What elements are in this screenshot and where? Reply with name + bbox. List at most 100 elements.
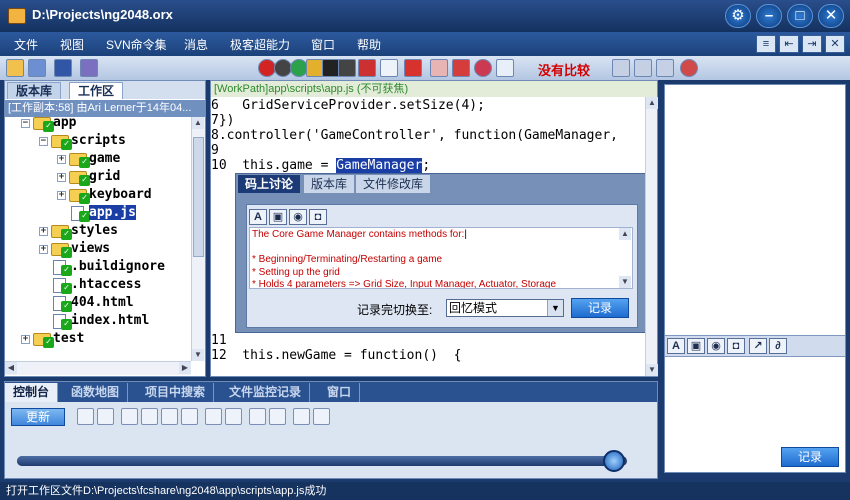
image-icon[interactable]: ▣ <box>269 209 287 225</box>
menu-view[interactable]: 视图 <box>60 36 84 53</box>
tree-node[interactable]: ✓ app.js <box>5 205 191 223</box>
edit-icon[interactable] <box>430 59 448 77</box>
mdi-tile-icon[interactable]: ≡ <box>756 35 776 53</box>
tree-node[interactable]: + ✓ test <box>5 331 191 349</box>
mdi-cascade-icon[interactable]: ⇥ <box>802 35 822 53</box>
expand-icon[interactable]: + <box>39 245 48 254</box>
menu-window[interactable]: 窗口 <box>311 36 335 53</box>
revert-icon[interactable] <box>452 59 470 77</box>
bookmark-icon[interactable] <box>249 408 266 425</box>
search-icon[interactable] <box>205 408 222 425</box>
attach-icon[interactable]: ∂ <box>769 338 787 354</box>
bug-icon[interactable] <box>77 408 94 425</box>
tree-node[interactable]: ✓ index.html <box>5 313 191 331</box>
step-over-icon[interactable] <box>141 408 158 425</box>
refresh-icon[interactable] <box>680 59 698 77</box>
tree-node[interactable]: − ✓ app <box>5 117 191 133</box>
zoom-icon[interactable] <box>380 59 398 77</box>
collapse-icon[interactable]: − <box>39 137 48 146</box>
tree-node[interactable]: + ✓ styles <box>5 223 191 241</box>
gallery-icon[interactable] <box>313 408 330 425</box>
open-folder-icon[interactable] <box>6 59 24 77</box>
code-editor[interactable]: [WorkPath]app\scripts\app.js (不可获焦) 6 Gr… <box>210 80 658 377</box>
minimize-button[interactable]: – <box>756 4 782 28</box>
tab-project-search[interactable]: 项目中搜索 <box>137 383 215 402</box>
screenshot-icon[interactable]: ◘ <box>727 338 745 354</box>
timeline-slider[interactable] <box>17 456 627 466</box>
expand-icon[interactable]: + <box>57 173 66 182</box>
tab-console[interactable]: 控制台 <box>5 383 59 402</box>
settings-gear-icon[interactable]: ⚙ <box>725 4 751 28</box>
expand-icon[interactable]: + <box>39 227 48 236</box>
tree-node[interactable]: − ✓ scripts <box>5 133 191 151</box>
link-icon[interactable] <box>269 408 286 425</box>
camera-icon[interactable]: ◉ <box>707 338 725 354</box>
step-icon[interactable] <box>121 408 138 425</box>
mdi-close-icon[interactable]: ✕ <box>825 35 845 53</box>
tab-code-discussion[interactable]: 码上讨论 <box>238 175 301 193</box>
open-project-icon[interactable] <box>28 59 46 77</box>
collapse-icon[interactable]: − <box>21 119 30 128</box>
search-next-icon[interactable] <box>225 408 242 425</box>
tab-file-watch[interactable]: 文件监控记录 <box>221 383 311 402</box>
close-button[interactable]: ✕ <box>818 4 844 28</box>
editor-scroll-up-icon[interactable]: ▲ <box>646 97 658 109</box>
tab-repository[interactable]: 版本库 <box>7 82 62 99</box>
note-scroll-down-icon[interactable]: ▼ <box>619 276 631 288</box>
tab-function-map[interactable]: 函数地图 <box>63 383 129 402</box>
pin-icon[interactable]: ↗ <box>749 338 767 354</box>
popup-record-button[interactable]: 记录 <box>571 298 629 318</box>
expand-icon[interactable]: + <box>21 335 30 344</box>
mdi-restore-icon[interactable]: ⇤ <box>779 35 799 53</box>
save-icon[interactable] <box>54 59 72 77</box>
expand-icon[interactable]: + <box>57 191 66 200</box>
maximize-button[interactable]: □ <box>787 4 813 28</box>
tree-node[interactable]: ✓ 404.html <box>5 295 191 313</box>
timeline-handle[interactable] <box>602 450 625 472</box>
conflict-icon[interactable] <box>474 59 492 77</box>
editor-scroll-down-icon[interactable]: ▼ <box>646 364 658 376</box>
record-dropdown-icon[interactable] <box>338 59 356 77</box>
search-red-icon[interactable] <box>358 59 376 77</box>
expand-icon[interactable]: + <box>57 155 66 164</box>
tab-file-history[interactable]: 文件修改库 <box>356 175 431 193</box>
menu-help[interactable]: 帮助 <box>357 36 381 53</box>
tree-node[interactable]: ✓ .buildignore <box>5 259 191 277</box>
update-button[interactable]: 更新 <box>11 408 65 426</box>
record-button[interactable]: 记录 <box>781 447 839 467</box>
diff-merge-icon[interactable] <box>656 59 674 77</box>
note-textarea[interactable]: The Core Game Manager contains methods f… <box>249 227 633 289</box>
diff-prev-icon[interactable] <box>612 59 630 77</box>
tree-horizontal-scrollbar[interactable]: ◀ ▶ <box>5 361 191 375</box>
scroll-down-icon[interactable]: ▼ <box>192 349 204 361</box>
font-icon[interactable]: A <box>667 338 685 354</box>
diff-next-icon[interactable] <box>634 59 652 77</box>
menu-svn[interactable]: SVN命令集 <box>106 36 167 53</box>
tab-workspace[interactable]: 工作区 <box>69 82 124 99</box>
tab-popup-repository[interactable]: 版本库 <box>304 175 355 193</box>
tree-vertical-scrollbar[interactable]: ▲ ▼ <box>191 117 205 361</box>
screenshot-icon[interactable]: ◘ <box>309 209 327 225</box>
menu-message[interactable]: 消息 <box>184 36 208 53</box>
menu-file[interactable]: 文件 <box>14 36 38 53</box>
image-icon[interactable]: ▣ <box>687 338 705 354</box>
scroll-up-icon[interactable]: ▲ <box>192 117 204 129</box>
editor-vertical-scrollbar[interactable]: ▲ ▼ <box>645 97 658 376</box>
compare-icon[interactable] <box>496 59 514 77</box>
scroll-thumb[interactable] <box>193 137 204 257</box>
tree-node[interactable]: ✓ .htaccess <box>5 277 191 295</box>
step-into-icon[interactable] <box>161 408 178 425</box>
tree-node[interactable]: + ✓ keyboard <box>5 187 191 205</box>
tab-window[interactable]: 窗口 <box>319 383 361 402</box>
flag-icon[interactable] <box>97 408 114 425</box>
step-out-icon[interactable] <box>181 408 198 425</box>
calendar-icon[interactable] <box>293 408 310 425</box>
menu-geek[interactable]: 极客超能力 <box>230 36 290 53</box>
filter-icon[interactable] <box>80 59 98 77</box>
tree-node[interactable]: + ✓ views <box>5 241 191 259</box>
font-icon[interactable]: A <box>249 209 267 225</box>
tree-node[interactable]: + ✓ game <box>5 151 191 169</box>
tree-node[interactable]: + ✓ grid <box>5 169 191 187</box>
note-scroll-up-icon[interactable]: ▲ <box>619 228 631 240</box>
commit-icon[interactable] <box>404 59 422 77</box>
